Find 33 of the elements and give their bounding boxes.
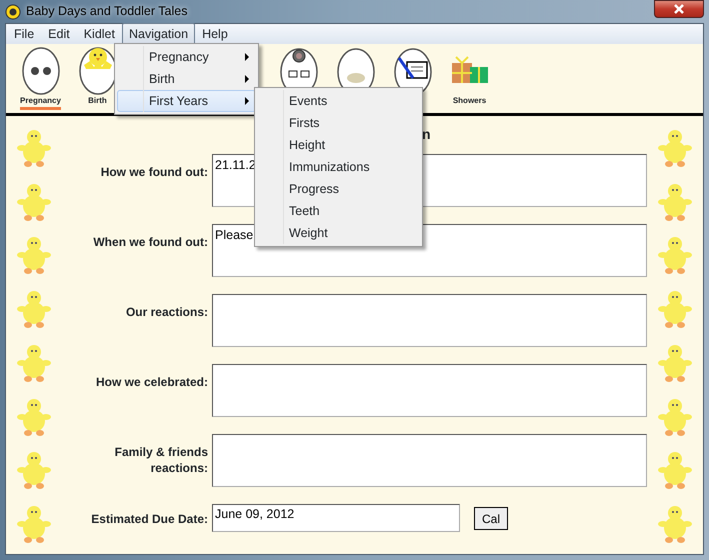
close-button[interactable] xyxy=(654,0,704,18)
menu-item[interactable]: Pregnancy xyxy=(117,46,256,68)
text-area[interactable] xyxy=(212,294,647,347)
field-label: Family & friends reactions: xyxy=(114,444,208,478)
field-label: When we found out: xyxy=(92,234,208,251)
menu-item[interactable]: Edit xyxy=(41,22,77,46)
close-icon xyxy=(673,4,685,14)
menu-item[interactable]: Events xyxy=(257,90,420,112)
field-label: How we found out: xyxy=(100,164,208,181)
menu-item[interactable]: Birth xyxy=(117,68,256,90)
menu-item[interactable]: Help xyxy=(195,22,235,46)
menu-item[interactable]: Firsts xyxy=(257,112,420,134)
form-heading: n xyxy=(422,126,431,142)
toolbar-label[interactable]: Birth xyxy=(88,95,107,110)
menu-item[interactable]: Kidlet xyxy=(76,22,122,46)
toolbar-label[interactable]: Pregnancy xyxy=(20,95,61,110)
menu-item[interactable]: Progress xyxy=(257,178,420,200)
field-label: Our reactions: xyxy=(124,304,208,321)
text-area[interactable] xyxy=(212,364,647,417)
date-field[interactable]: June 09, 2012 xyxy=(212,504,460,532)
calendar-button[interactable]: Cal xyxy=(474,507,508,530)
menu-item[interactable]: Height xyxy=(257,134,420,156)
menu-item[interactable]: File xyxy=(7,22,42,46)
menu-item[interactable]: Immunizations xyxy=(257,156,420,178)
text-area[interactable] xyxy=(212,434,647,487)
menu-item[interactable]: Navigation xyxy=(122,22,196,46)
window-title: Baby Days and Toddler Tales xyxy=(26,3,188,20)
field-label: How we celebrated: xyxy=(94,374,208,391)
app-icon xyxy=(5,4,21,20)
menu-item[interactable]: Weight xyxy=(257,222,420,244)
field-label: Estimated Due Date: xyxy=(90,511,208,528)
toolbar-label[interactable]: Showers xyxy=(452,95,486,110)
menu-item[interactable]: First Years xyxy=(117,90,256,112)
